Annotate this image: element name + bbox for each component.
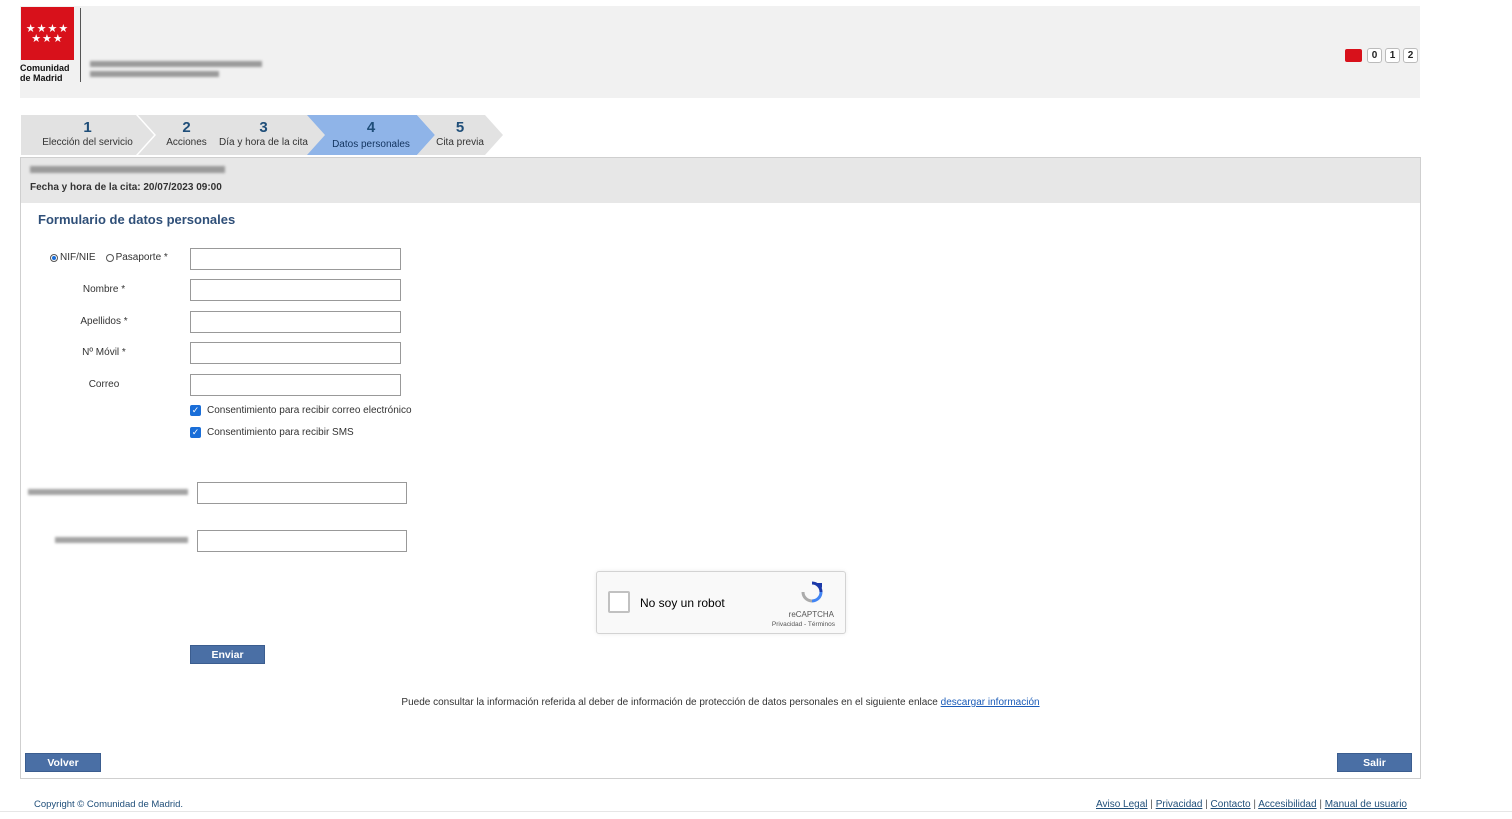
- correo-row: Correo: [21, 374, 441, 396]
- phone-012[interactable]: 0 1 2: [1345, 48, 1418, 63]
- consent-sms-row: ✓ Consentimiento para recibir SMS: [190, 427, 354, 438]
- footer-link-privacy[interactable]: Privacidad: [1156, 799, 1203, 810]
- consent-email-label: Consentimiento para recibir correo elect…: [207, 405, 412, 416]
- step-number: 3: [259, 119, 268, 136]
- appointment-summary: Fecha y hora de la cita: 20/07/2023 09:0…: [21, 158, 1420, 203]
- step-number: 1: [83, 119, 92, 136]
- form-title: Formulario de datos personales: [38, 212, 236, 227]
- comunidad-madrid-logo[interactable]: ★★★★ ★★★: [21, 7, 74, 60]
- back-button[interactable]: Volver: [25, 753, 101, 772]
- reference-input[interactable]: [197, 482, 407, 504]
- copyright: Copyright © Comunidad de Madrid.: [34, 799, 184, 810]
- stars-icon: ★★★★ ★★★: [25, 22, 70, 45]
- recaptcha-brand: reCAPTCHA: [788, 610, 834, 619]
- footer-links: Aviso Legal | Privacidad | Contacto | Ac…: [1096, 799, 1407, 810]
- recaptcha-checkbox[interactable]: [608, 591, 630, 613]
- footer-link-contact[interactable]: Contacto: [1211, 799, 1251, 810]
- description-input[interactable]: [197, 530, 407, 552]
- apellidos-label: Apellidos *: [80, 316, 128, 327]
- privacy-info: Puede consultar la información referida …: [21, 697, 1420, 708]
- step-1: 1 Elección del servicio: [21, 115, 154, 155]
- step-number: 4: [366, 119, 376, 136]
- footer-link-legal[interactable]: Aviso Legal: [1096, 799, 1148, 810]
- apellidos-input[interactable]: [190, 311, 401, 333]
- consent-sms-checkbox[interactable]: ✓: [190, 427, 201, 438]
- recaptcha-label: No soy un robot: [640, 596, 725, 610]
- consent-sms-label: Consentimiento para recibir SMS: [207, 427, 354, 438]
- apellidos-row: Apellidos *: [21, 311, 441, 333]
- id-number-input[interactable]: [190, 248, 401, 270]
- appointment-datetime: Fecha y hora de la cita: 20/07/2023 09:0…: [30, 182, 222, 193]
- step-label: Día y hora de la cita: [219, 137, 308, 148]
- phone-digit: 2: [1403, 48, 1418, 63]
- form-panel: Fecha y hora de la cita: 20/07/2023 09:0…: [20, 157, 1421, 779]
- reference-label-blurred: [28, 489, 188, 495]
- nombre-input[interactable]: [190, 279, 401, 301]
- movil-row: Nº Móvil *: [21, 342, 441, 364]
- radio-nif[interactable]: [50, 253, 58, 262]
- phone-icon: [1345, 49, 1362, 62]
- consent-email-row: ✓ Consentimiento para recibir correo ele…: [190, 405, 412, 416]
- consent-email-checkbox[interactable]: ✓: [190, 405, 201, 416]
- exit-button[interactable]: Salir: [1337, 753, 1412, 772]
- footer-link-accessibility[interactable]: Accesibilidad: [1258, 799, 1316, 810]
- step-label: Elección del servicio: [42, 137, 133, 148]
- step-label: Datos personales: [332, 139, 410, 150]
- phone-digit: 1: [1385, 48, 1400, 63]
- logo-text: Comunidad de Madrid: [20, 63, 70, 83]
- id-row: NIF/NIE Pasaporte *: [21, 248, 441, 270]
- phone-digit: 0: [1367, 48, 1382, 63]
- nombre-label: Nombre *: [82, 284, 126, 295]
- id-type-options: NIF/NIE Pasaporte *: [50, 252, 168, 263]
- movil-label: Nº Móvil *: [82, 347, 126, 358]
- service-name-blurred: [30, 166, 225, 173]
- description-label-blurred: [55, 537, 188, 543]
- radio-passport-label: Pasaporte *: [115, 252, 168, 263]
- logo-divider: [80, 8, 81, 82]
- recaptcha-widget: No soy un robot reCAPTCHA Privacidad - T…: [596, 571, 846, 634]
- recaptcha-icon: [801, 581, 823, 603]
- nombre-row: Nombre *: [21, 279, 441, 301]
- recaptcha-links[interactable]: Privacidad - Términos: [772, 621, 835, 628]
- submit-button[interactable]: Enviar: [190, 645, 265, 664]
- correo-label: Correo: [88, 379, 120, 390]
- footer-link-manual[interactable]: Manual de usuario: [1325, 799, 1407, 810]
- movil-input[interactable]: [190, 342, 401, 364]
- step-4: 4 Datos personales: [307, 115, 435, 155]
- radio-passport[interactable]: [105, 253, 114, 262]
- department-name-blurred: [90, 61, 262, 83]
- radio-nif-label: NIF/NIE: [60, 252, 96, 263]
- download-info-link[interactable]: descargar información: [941, 697, 1040, 708]
- step-3: 3 Día y hora de la cita: [198, 115, 329, 155]
- correo-input[interactable]: [190, 374, 401, 396]
- footer-divider: [0, 811, 1512, 812]
- privacy-info-text: Puede consultar la información referida …: [401, 697, 941, 708]
- site-header: ★★★★ ★★★ Comunidad de Madrid 0 1 2: [20, 6, 1420, 98]
